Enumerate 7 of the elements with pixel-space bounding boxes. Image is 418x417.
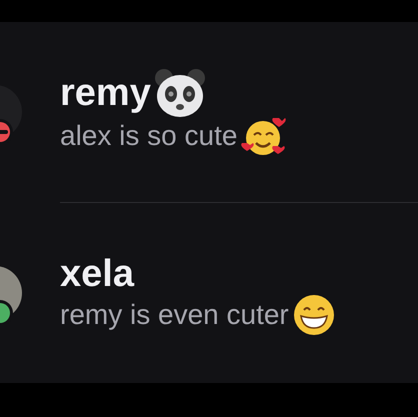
smiling-face-with-hearts-icon — [241, 115, 288, 157]
grinning-face-icon — [292, 294, 335, 336]
panda-icon — [152, 67, 207, 119]
username: xela — [60, 252, 134, 297]
username: remy — [60, 71, 151, 116]
message-preview: remy is even cuter — [60, 298, 289, 332]
message-preview: alex is so cute — [60, 119, 238, 153]
